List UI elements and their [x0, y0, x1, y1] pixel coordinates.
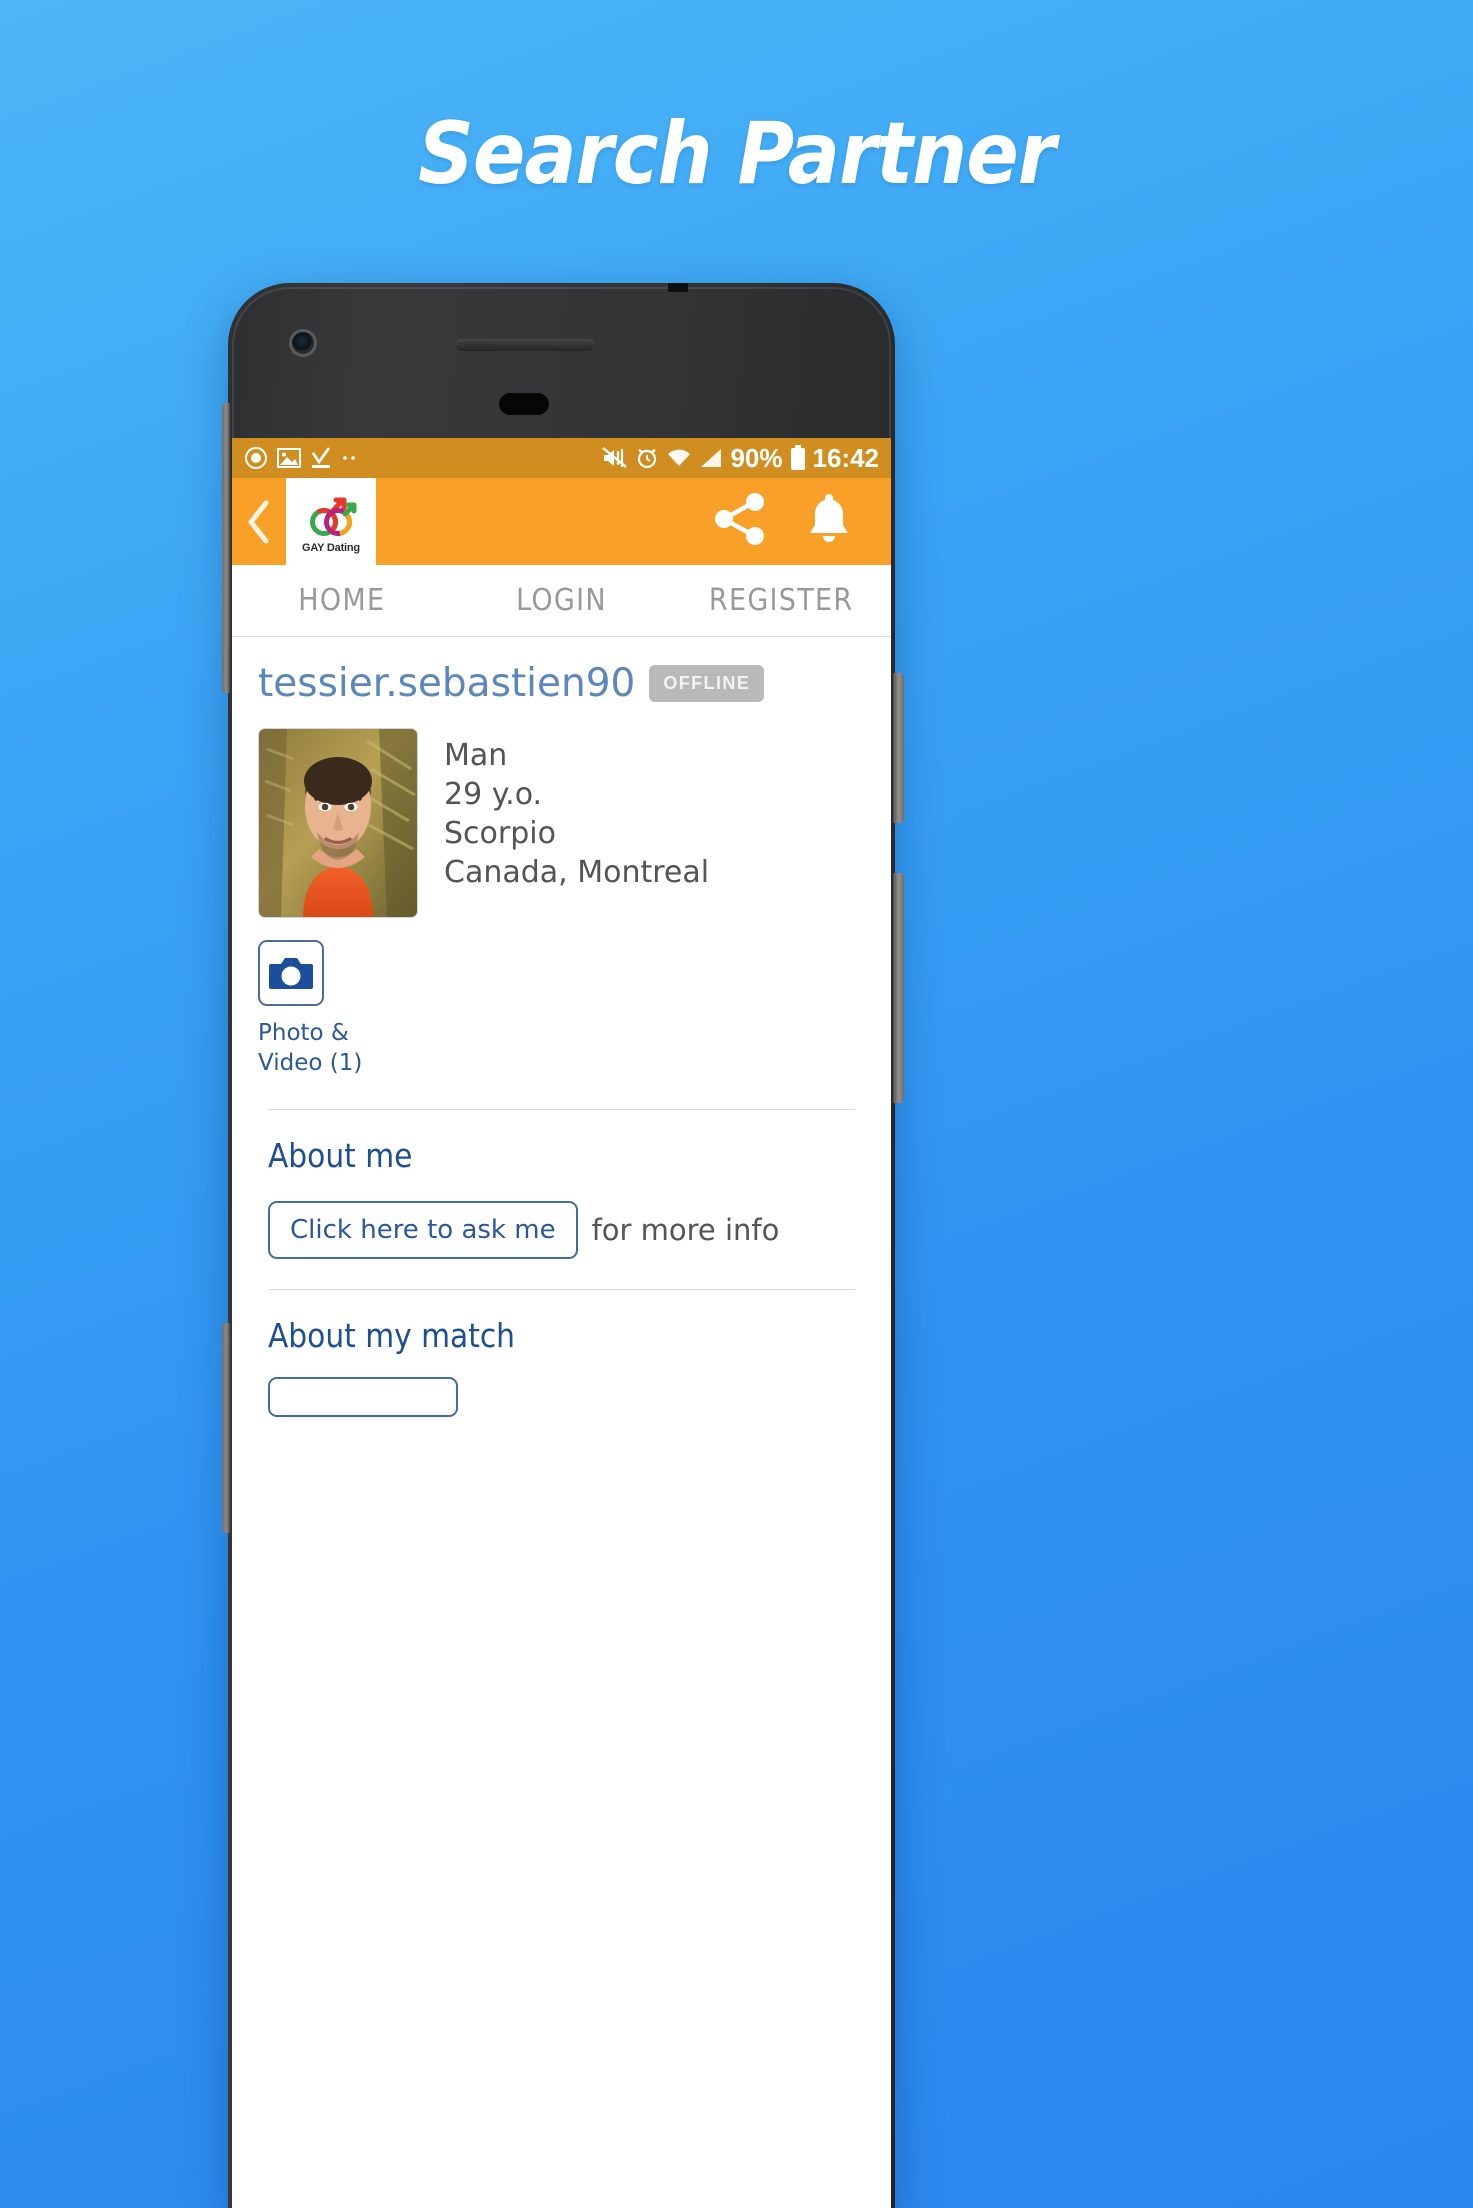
- gay-dating-logo-icon: [310, 497, 357, 536]
- phone-screen: 90% 16:42 GAY Dating HOME LOGIN REGISTER…: [232, 438, 891, 2208]
- fact-location: Canada, Montreal: [444, 855, 710, 890]
- phone-left-edge-upper: [222, 403, 230, 693]
- status-bar-right-icons: 90% 16:42: [602, 443, 879, 474]
- ask-me-button[interactable]: Click here to ask me: [268, 1200, 578, 1259]
- record-icon: [244, 446, 268, 470]
- profile-username[interactable]: tessier.sebastien90: [258, 661, 635, 706]
- media-block: Photo & Video (1): [258, 940, 865, 1079]
- alarm-icon: [635, 446, 659, 470]
- nav-tabs: HOME LOGIN REGISTER: [232, 565, 891, 637]
- page-title: Search Partner: [418, 104, 1056, 204]
- bell-icon[interactable]: [803, 491, 855, 552]
- section-title-about-me: About me: [268, 1135, 413, 1175]
- volume-button[interactable]: [893, 873, 904, 1103]
- mute-icon: [602, 446, 628, 470]
- power-button[interactable]: [893, 673, 904, 823]
- signal-icon: [699, 447, 723, 469]
- divider-above-about-me: [268, 1108, 855, 1110]
- share-icon[interactable]: [711, 491, 769, 552]
- clock-label: 16:42: [812, 442, 880, 473]
- profile-facts: Man 29 y.o. Scorpio Canada, Montreal: [444, 728, 709, 918]
- phone-mockup: 90% 16:42 GAY Dating HOME LOGIN REGISTER…: [222, 283, 904, 2208]
- back-chevron-icon[interactable]: [232, 498, 286, 546]
- phone-left-edge-lower: [222, 1323, 230, 1533]
- ask-me-suffix: for more info: [591, 1212, 780, 1247]
- android-status-bar: 90% 16:42: [232, 438, 891, 478]
- section-title-about-my-match: About my match: [268, 1315, 516, 1355]
- divider-above-about-match: [268, 1288, 855, 1290]
- gallery-icon: [277, 447, 301, 469]
- media-label[interactable]: Photo & Video (1): [258, 1018, 368, 1079]
- earpiece-speaker: [456, 339, 594, 351]
- tab-login[interactable]: LOGIN: [452, 583, 672, 618]
- phone-top-nub: [668, 283, 688, 292]
- sensor-notch: [499, 393, 549, 415]
- about-my-match-field[interactable]: [268, 1376, 458, 1417]
- fact-zodiac: Scorpio: [444, 816, 556, 851]
- status-badge: OFFLINE: [649, 665, 765, 702]
- username-row: tessier.sebastien90 OFFLINE: [258, 661, 865, 706]
- profile-summary: Man 29 y.o. Scorpio Canada, Montreal: [258, 728, 865, 918]
- app-bar-actions: [711, 491, 891, 552]
- tab-home[interactable]: HOME: [232, 583, 452, 618]
- status-bar-left-icons: [244, 446, 602, 470]
- profile-content: tessier.sebastien90 OFFLINE Man 29 y.o. …: [232, 637, 891, 1417]
- camera-icon[interactable]: [258, 940, 324, 1006]
- more-icon: [341, 454, 359, 462]
- battery-percent-label: 90%: [730, 442, 783, 473]
- app-logo-label: GAY Dating: [302, 541, 360, 554]
- avatar[interactable]: [258, 728, 418, 918]
- tab-register[interactable]: REGISTER: [671, 583, 891, 618]
- front-camera-icon: [289, 329, 317, 357]
- app-bar: GAY Dating: [232, 478, 891, 565]
- battery-icon: [790, 445, 806, 471]
- wifi-icon: [666, 447, 692, 469]
- fact-age: 29 y.o.: [444, 777, 543, 812]
- app-logo[interactable]: GAY Dating: [286, 478, 376, 565]
- about-me-row: Click here to ask me for more info: [268, 1200, 865, 1259]
- download-complete-icon: [310, 446, 332, 470]
- fact-gender: Man: [444, 738, 508, 773]
